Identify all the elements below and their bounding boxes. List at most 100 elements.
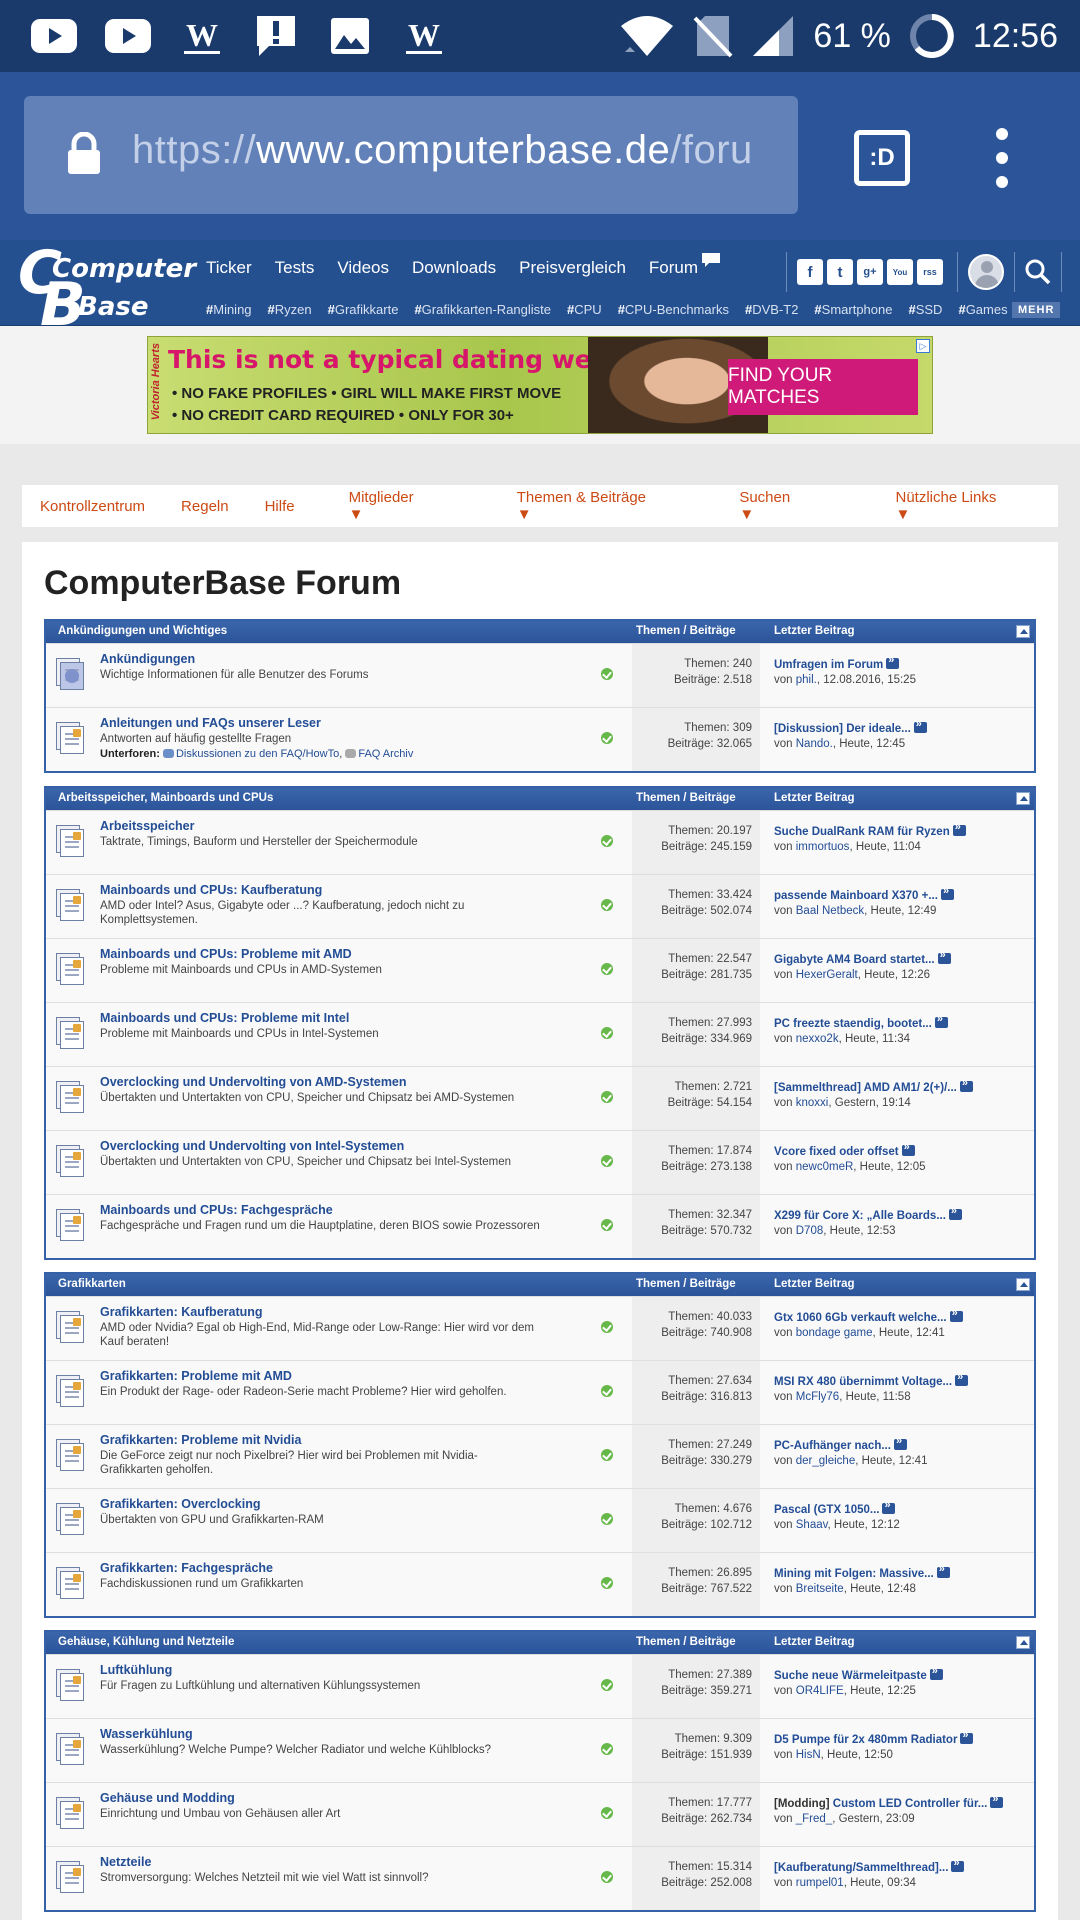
forum-row[interactable]: Mainboards und CPUs: Probleme mit Intel P… xyxy=(46,1002,1034,1066)
last-post-title[interactable]: [Diskussion] Der ideale... xyxy=(774,723,911,735)
go-to-post-icon[interactable] xyxy=(951,1857,965,1872)
forum-title[interactable]: Arbeitsspeicher xyxy=(100,819,194,833)
nav-themen-beitraege[interactable]: Themen & Beiträge ▼ xyxy=(499,489,686,523)
last-post-title[interactable]: Suche DualRank RAM für Ryzen xyxy=(774,826,950,838)
last-post-user[interactable]: nexxo2k xyxy=(796,1033,839,1045)
last-post-title[interactable]: Gigabyte AM4 Board startet... xyxy=(774,954,935,966)
forum-row[interactable]: Overclocking und Undervolting von AMD-Sy… xyxy=(46,1066,1034,1130)
adchoices-icon[interactable]: ▷ xyxy=(916,339,930,353)
go-to-post-icon[interactable] xyxy=(952,821,966,836)
go-to-post-icon[interactable] xyxy=(893,1435,907,1450)
nav-forum[interactable]: Forum xyxy=(649,258,698,278)
go-to-post-icon[interactable] xyxy=(955,1371,969,1386)
forum-title[interactable]: Luftkühlung xyxy=(100,1663,172,1677)
last-post-title[interactable]: [Kaufberatung/Sammelthread]... xyxy=(774,1862,948,1874)
forum-title[interactable]: Wasserkühlung xyxy=(100,1727,193,1741)
last-post-user[interactable]: immortuos xyxy=(796,841,850,853)
last-post-user[interactable]: D708 xyxy=(796,1225,824,1237)
forum-title[interactable]: Mainboards und CPUs: Kaufberatung xyxy=(100,883,322,897)
forum-row[interactable]: Grafikkarten: Probleme mit Nvidia Die GeF… xyxy=(46,1424,1034,1488)
forum-row[interactable]: Netzteile Stromversorgung: Welches Netzte… xyxy=(46,1846,1034,1910)
user-avatar-icon[interactable] xyxy=(968,254,1004,290)
last-post-user[interactable]: newc0meR xyxy=(796,1161,854,1173)
youtube-social-icon[interactable]: You xyxy=(887,259,913,285)
forum-row[interactable]: Grafikkarten: Probleme mit AMD Ein Produk… xyxy=(46,1360,1034,1424)
tag-link[interactable]: #Ryzen xyxy=(268,302,320,317)
tag-link[interactable]: #Grafikkarte xyxy=(328,302,407,317)
collapse-icon[interactable] xyxy=(1016,1636,1030,1649)
last-post-title[interactable]: Vcore fixed oder offset xyxy=(774,1146,899,1158)
forum-title[interactable]: Mainboards und CPUs: Probleme mit AMD xyxy=(100,947,352,961)
go-to-post-icon[interactable] xyxy=(990,1793,1004,1808)
address-bar[interactable]: https://www.computerbase.de/foru xyxy=(24,96,798,214)
category-title[interactable]: Grafikkarten xyxy=(58,1278,126,1290)
go-to-post-icon[interactable] xyxy=(934,1013,948,1028)
last-post-user[interactable]: _Fred_ xyxy=(796,1813,832,1825)
last-post-user[interactable]: knoxxi xyxy=(796,1097,829,1109)
last-post-user[interactable]: HisN xyxy=(796,1749,821,1761)
nav-suchen[interactable]: Suchen ▼ xyxy=(721,489,841,523)
nav-kontrollzentrum[interactable]: Kontrollzentrum xyxy=(40,498,145,515)
last-post-title[interactable]: MSI RX 480 übernimmt Voltage... xyxy=(774,1376,952,1388)
last-post-title[interactable]: [Sammelthread] AMD AM1/ 2(+)/... xyxy=(774,1082,957,1094)
more-tags-button[interactable]: MEHR xyxy=(1012,302,1061,318)
last-post-user[interactable]: phil. xyxy=(796,674,817,686)
nav-preisvergleich[interactable]: Preisvergleich xyxy=(519,258,626,278)
go-to-post-icon[interactable] xyxy=(960,1729,974,1744)
last-post-title[interactable]: Custom LED Controller für... xyxy=(833,1798,988,1810)
forum-row[interactable]: Overclocking und Undervolting von Intel-… xyxy=(46,1130,1034,1194)
forum-title[interactable]: Grafikkarten: Probleme mit AMD xyxy=(100,1369,292,1383)
tag-link[interactable]: #Grafikkarten-Rangliste xyxy=(414,302,559,317)
forum-title[interactable]: Grafikkarten: Kaufberatung xyxy=(100,1305,263,1319)
tag-link[interactable]: #Games xyxy=(958,302,1015,317)
forum-title[interactable]: Netzteile xyxy=(100,1855,151,1869)
nav-videos[interactable]: Videos xyxy=(337,258,389,278)
forum-row[interactable]: Grafikkarten: Fachgespräche Fachdiskussio… xyxy=(46,1552,1034,1616)
tab-switcher-button[interactable]: :D xyxy=(854,130,910,186)
last-post-title[interactable]: Gtx 1060 6Gb verkauft welche... xyxy=(774,1312,947,1324)
twitter-icon[interactable]: t xyxy=(827,259,853,285)
nav-ticker[interactable]: Ticker xyxy=(206,258,252,278)
forum-row[interactable]: Arbeitsspeicher Taktrate, Timings, Baufor… xyxy=(46,810,1034,874)
forum-title[interactable]: Gehäuse und Modding xyxy=(100,1791,235,1805)
forum-title[interactable]: Grafikkarten: Overclocking xyxy=(100,1497,260,1511)
go-to-post-icon[interactable] xyxy=(949,1307,963,1322)
last-post-title[interactable]: PC-Aufhänger nach... xyxy=(774,1440,891,1452)
forum-title[interactable]: Overclocking und Undervolting von AMD-Sy… xyxy=(100,1075,407,1089)
forum-row[interactable]: Mainboards und CPUs: Kaufberatung AMD ode… xyxy=(46,874,1034,938)
go-to-post-icon[interactable] xyxy=(940,885,954,900)
last-post-user[interactable]: rumpel01 xyxy=(796,1877,844,1889)
forum-row[interactable]: Anleitungen und FAQs unserer Leser Antwor… xyxy=(46,707,1034,771)
last-post-title[interactable]: D5 Pumpe für 2x 480mm Radiator xyxy=(774,1734,957,1746)
nav-hilfe[interactable]: Hilfe xyxy=(265,498,295,515)
collapse-icon[interactable] xyxy=(1016,625,1030,638)
forum-row[interactable]: Wasserkühlung Wasserkühlung? Welche Pumpe… xyxy=(46,1718,1034,1782)
forum-row[interactable]: Grafikkarten: Overclocking Übertakten von… xyxy=(46,1488,1034,1552)
search-icon[interactable] xyxy=(1025,259,1051,285)
nav-nuetzliche-links[interactable]: Nützliche Links ▼ xyxy=(877,489,1040,523)
collapse-icon[interactable] xyxy=(1016,1278,1030,1291)
forum-row[interactable]: Grafikkarten: Kaufberatung AMD oder Nvidi… xyxy=(46,1296,1034,1360)
forum-title[interactable]: Grafikkarten: Probleme mit Nvidia xyxy=(100,1433,301,1447)
computerbase-logo[interactable]: C Computer B Base xyxy=(18,238,196,335)
forum-row[interactable]: Luftkühlung Für Fragen zu Luftkühlung und… xyxy=(46,1654,1034,1718)
nav-downloads[interactable]: Downloads xyxy=(412,258,496,278)
category-title[interactable]: Ankündigungen und Wichtiges xyxy=(58,625,227,637)
last-post-title[interactable]: Umfragen im Forum xyxy=(774,659,883,671)
last-post-user[interactable]: Nando. xyxy=(796,738,833,750)
go-to-post-icon[interactable] xyxy=(913,718,927,733)
rss-icon[interactable]: rss xyxy=(917,259,943,285)
forum-row[interactable]: Mainboards und CPUs: Fachgespräche Fachge… xyxy=(46,1194,1034,1258)
nav-mitglieder[interactable]: Mitglieder ▼ xyxy=(331,489,463,523)
last-post-user[interactable]: OR4LIFE xyxy=(796,1685,844,1697)
last-post-user[interactable]: Baal Netbeck xyxy=(796,905,864,917)
last-post-user[interactable]: HexerGeralt xyxy=(796,969,858,981)
go-to-post-icon[interactable] xyxy=(886,654,900,669)
subforum-link[interactable]: FAQ Archiv xyxy=(358,748,413,760)
forum-title[interactable]: Anleitungen und FAQs unserer Leser xyxy=(100,716,321,730)
tag-link[interactable]: #CPU xyxy=(567,302,610,317)
forum-title[interactable]: Grafikkarten: Fachgespräche xyxy=(100,1561,273,1575)
go-to-post-icon[interactable] xyxy=(882,1499,896,1514)
tag-link[interactable]: #Mining xyxy=(206,302,260,317)
forum-title[interactable]: Mainboards und CPUs: Fachgespräche xyxy=(100,1203,333,1217)
